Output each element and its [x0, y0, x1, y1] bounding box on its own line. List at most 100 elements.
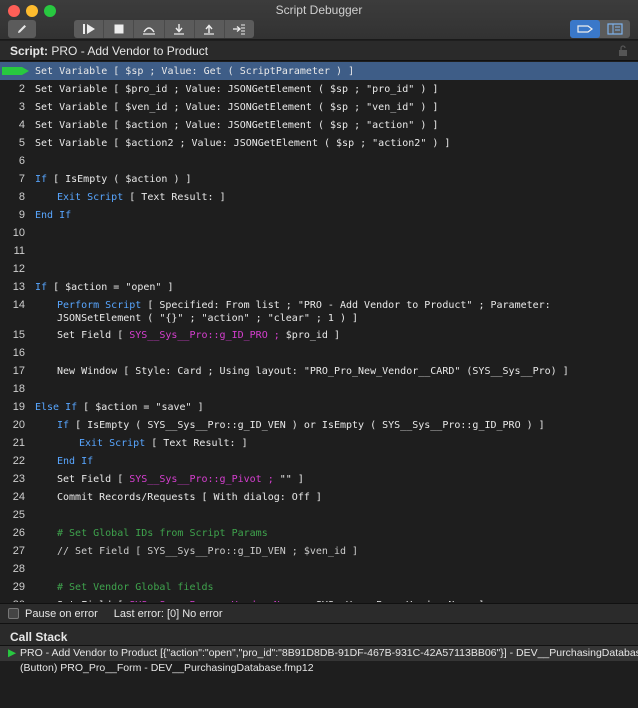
code-text: Perform Script [ Specified: From list ; …: [57, 299, 551, 325]
line-number[interactable]: 23: [0, 473, 25, 485]
script-line[interactable]: 27 // Set Field [ SYS__Sys__Pro::g_ID_VEN…: [0, 542, 638, 560]
code-segment: [ IsEmpty ( $action ) ]: [47, 174, 192, 185]
data-viewer-button[interactable]: [600, 20, 630, 38]
code-text: Set Variable [ $action2 ; Value: JSONGet…: [35, 137, 450, 150]
line-number[interactable]: 21: [0, 437, 25, 449]
line-number[interactable]: 7: [0, 173, 25, 185]
script-line[interactable]: 12: [0, 260, 638, 278]
call-stack-row[interactable]: ▶ PRO - Add Vendor to Product [{"action":…: [0, 646, 638, 661]
script-line[interactable]: 15 Set Field [ SYS__Sys__Pro::g_ID_PRO ; …: [0, 326, 638, 344]
script-editor[interactable]: Set Variable [ $sp ; Value: Get ( Script…: [0, 62, 638, 602]
code-text: // Set Field [ SYS__Sys__Pro::g_ID_VEN ;…: [57, 545, 358, 558]
script-line[interactable]: 29 # Set Vendor Global fields: [0, 578, 638, 596]
line-number[interactable]: 2: [0, 83, 25, 95]
step-over-icon: [142, 27, 155, 35]
line-number[interactable]: 11: [0, 245, 25, 257]
line-number[interactable]: 17: [0, 365, 25, 377]
script-line[interactable]: 28: [0, 560, 638, 578]
script-line[interactable]: 25: [0, 506, 638, 524]
line-number[interactable]: 6: [0, 155, 25, 167]
script-line[interactable]: 21 Exit Script [ Text Result: ]: [0, 434, 638, 452]
code-segment: [ $action = "save" ]: [77, 402, 204, 413]
line-number[interactable]: 12: [0, 263, 25, 275]
script-line[interactable]: 6: [0, 152, 638, 170]
comment: # Set Global IDs from Script Params: [57, 528, 268, 539]
line-number[interactable]: 5: [0, 137, 25, 149]
line-number[interactable]: 29: [0, 581, 25, 593]
script-line[interactable]: 2 Set Variable [ $pro_id ; Value: JSONGet…: [0, 80, 638, 98]
script-line[interactable]: 26 # Set Global IDs from Script Params: [0, 524, 638, 542]
code-segment: Set Variable [ $action2 ; Value: JSONGet…: [35, 138, 451, 149]
line-number[interactable]: 30: [0, 599, 25, 602]
line-number[interactable]: 15: [0, 329, 25, 341]
line-number[interactable]: 14: [0, 299, 25, 311]
script-line[interactable]: 16: [0, 344, 638, 362]
step-out-icon: [204, 24, 215, 35]
code-segment: [ Text Result: ]: [145, 438, 248, 449]
script-line[interactable]: 17 New Window [ Style: Card ; Using layou…: [0, 362, 638, 380]
script-line[interactable]: 3 Set Variable [ $ven_id ; Value: JSONGet…: [0, 98, 638, 116]
line-number[interactable]: 9: [0, 209, 25, 221]
code-text: Set Field [ SYS__Sys__Pro::g_Pivot ; "" …: [57, 473, 304, 486]
script-line[interactable]: Set Variable [ $sp ; Value: Get ( Script…: [0, 62, 638, 80]
step-into-button[interactable]: [165, 20, 195, 38]
line-number[interactable]: 16: [0, 347, 25, 359]
script-line[interactable]: 19 Else If [ $action = "save" ]: [0, 398, 638, 416]
breakpoint-arrow-icon: [577, 25, 593, 33]
script-line[interactable]: 23 Set Field [ SYS__Sys__Pro::g_Pivot ; "…: [0, 470, 638, 488]
line-number[interactable]: 27: [0, 545, 25, 557]
line-number[interactable]: 20: [0, 419, 25, 431]
script-line[interactable]: 9 End If: [0, 206, 638, 224]
line-number[interactable]: 25: [0, 509, 25, 521]
code-segment: Commit Records/Requests [ With dialog: O…: [57, 492, 322, 503]
script-line[interactable]: 24 Commit Records/Requests [ With dialog:…: [0, 488, 638, 506]
code-text: Set Variable [ $ven_id ; Value: JSONGetE…: [35, 101, 438, 114]
breakpoint-toggle-button[interactable]: [570, 20, 600, 38]
script-line[interactable]: 8 Exit Script [ Text Result: ]: [0, 188, 638, 206]
set-next-step-button[interactable]: [225, 20, 254, 38]
script-label: Script:: [10, 44, 49, 58]
script-line[interactable]: 5 Set Variable [ $action2 ; Value: JSONGe…: [0, 134, 638, 152]
debug-controls: [74, 20, 254, 38]
script-line[interactable]: 4 Set Variable [ $action ; Value: JSONGet…: [0, 116, 638, 134]
call-stack-row[interactable]: (Button) PRO_Pro__Form - DEV__Purchasing…: [0, 661, 638, 676]
script-line[interactable]: 30 Set Field [ SYS__Sys__Pro::g_Vendor_Na…: [0, 596, 638, 602]
step-over-play-icon: [82, 24, 95, 34]
line-number[interactable]: 26: [0, 527, 25, 539]
script-line[interactable]: 11: [0, 242, 638, 260]
code-text: If [ IsEmpty ( $action ) ]: [35, 173, 192, 186]
code-segment: $pro_id ]: [279, 330, 340, 341]
line-number[interactable]: 22: [0, 455, 25, 467]
set-next-step-icon: [233, 24, 246, 35]
pause-on-error-checkbox[interactable]: [8, 608, 19, 619]
run-button[interactable]: [74, 20, 105, 38]
code-segment: Set Variable [ $pro_id ; Value: JSONGetE…: [35, 84, 439, 95]
step-out-button[interactable]: [195, 20, 225, 38]
halt-script-button[interactable]: [104, 20, 135, 38]
line-number[interactable]: 3: [0, 101, 25, 113]
status-bar: Pause on error Last error: [0] No error: [0, 603, 638, 623]
code-segment: Set Field [: [57, 474, 130, 485]
edit-script-button[interactable]: [8, 20, 36, 38]
script-line[interactable]: 22 End If: [0, 452, 638, 470]
script-line[interactable]: 14 Perform Script [ Specified: From list …: [0, 296, 638, 326]
keyword: If: [57, 420, 70, 431]
lock-icon[interactable]: [618, 45, 628, 57]
step-over-button[interactable]: [134, 20, 165, 38]
script-line[interactable]: 7 If [ IsEmpty ( $action ) ]: [0, 170, 638, 188]
line-number[interactable]: 8: [0, 191, 25, 203]
line-number[interactable]: 28: [0, 563, 25, 575]
code-text: Set Variable [ $sp ; Value: Get ( Script…: [35, 65, 354, 78]
code-segment: [ IsEmpty ( SYS__Sys__Pro::g_ID_VEN ) or…: [69, 420, 545, 431]
line-number[interactable]: 13: [0, 281, 25, 293]
script-line[interactable]: 20 If [ IsEmpty ( SYS__Sys__Pro::g_ID_VEN…: [0, 416, 638, 434]
script-line[interactable]: 10: [0, 224, 638, 242]
script-line[interactable]: 18: [0, 380, 638, 398]
line-number[interactable]: 10: [0, 227, 25, 239]
line-number[interactable]: 19: [0, 401, 25, 413]
script-line[interactable]: 13 If [ $action = "open" ]: [0, 278, 638, 296]
keyword: Else If: [35, 402, 78, 413]
line-number[interactable]: 18: [0, 383, 25, 395]
line-number[interactable]: 4: [0, 119, 25, 131]
line-number[interactable]: 24: [0, 491, 25, 503]
